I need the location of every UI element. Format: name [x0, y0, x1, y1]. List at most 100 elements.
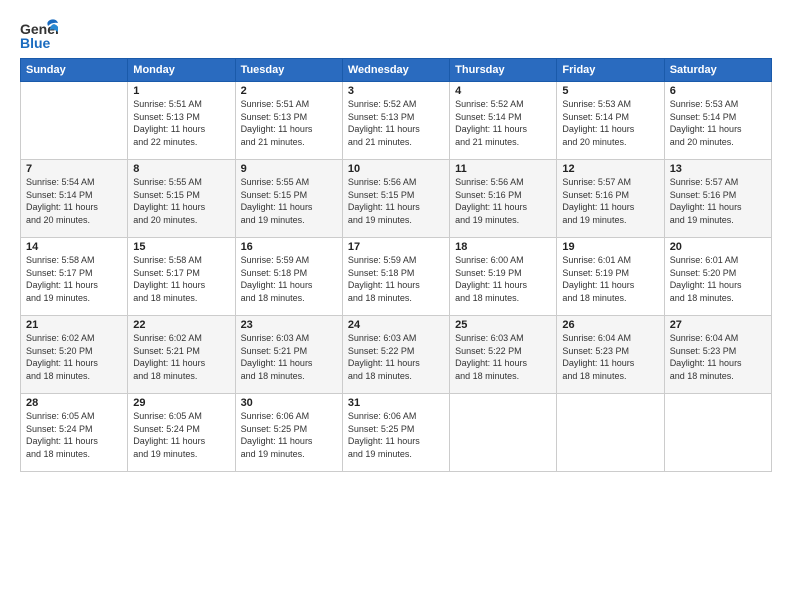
calendar-cell	[664, 394, 771, 472]
calendar-cell: 17Sunrise: 5:59 AMSunset: 5:18 PMDayligh…	[342, 238, 449, 316]
day-info: Sunrise: 6:04 AMSunset: 5:23 PMDaylight:…	[562, 332, 658, 382]
day-info: Sunrise: 5:58 AMSunset: 5:17 PMDaylight:…	[26, 254, 122, 304]
calendar-cell: 28Sunrise: 6:05 AMSunset: 5:24 PMDayligh…	[21, 394, 128, 472]
day-info: Sunrise: 6:01 AMSunset: 5:20 PMDaylight:…	[670, 254, 766, 304]
day-info: Sunrise: 5:51 AMSunset: 5:13 PMDaylight:…	[133, 98, 229, 148]
day-info: Sunrise: 5:52 AMSunset: 5:13 PMDaylight:…	[348, 98, 444, 148]
day-info: Sunrise: 6:05 AMSunset: 5:24 PMDaylight:…	[133, 410, 229, 460]
day-number: 5	[562, 85, 658, 97]
day-info: Sunrise: 5:52 AMSunset: 5:14 PMDaylight:…	[455, 98, 551, 148]
calendar-cell: 21Sunrise: 6:02 AMSunset: 5:20 PMDayligh…	[21, 316, 128, 394]
calendar-cell: 11Sunrise: 5:56 AMSunset: 5:16 PMDayligh…	[450, 160, 557, 238]
calendar-cell: 19Sunrise: 6:01 AMSunset: 5:19 PMDayligh…	[557, 238, 664, 316]
day-number: 23	[241, 319, 337, 331]
calendar-cell: 26Sunrise: 6:04 AMSunset: 5:23 PMDayligh…	[557, 316, 664, 394]
day-info: Sunrise: 5:56 AMSunset: 5:16 PMDaylight:…	[455, 176, 551, 226]
day-info: Sunrise: 5:55 AMSunset: 5:15 PMDaylight:…	[133, 176, 229, 226]
header-monday: Monday	[128, 59, 235, 82]
calendar-cell: 2Sunrise: 5:51 AMSunset: 5:13 PMDaylight…	[235, 82, 342, 160]
logo: General Blue	[20, 18, 58, 52]
calendar-cell: 6Sunrise: 5:53 AMSunset: 5:14 PMDaylight…	[664, 82, 771, 160]
day-info: Sunrise: 5:58 AMSunset: 5:17 PMDaylight:…	[133, 254, 229, 304]
day-number: 20	[670, 241, 766, 253]
day-number: 19	[562, 241, 658, 253]
day-info: Sunrise: 6:06 AMSunset: 5:25 PMDaylight:…	[348, 410, 444, 460]
calendar-cell: 18Sunrise: 6:00 AMSunset: 5:19 PMDayligh…	[450, 238, 557, 316]
day-info: Sunrise: 6:03 AMSunset: 5:21 PMDaylight:…	[241, 332, 337, 382]
day-number: 21	[26, 319, 122, 331]
day-info: Sunrise: 6:00 AMSunset: 5:19 PMDaylight:…	[455, 254, 551, 304]
calendar-cell: 8Sunrise: 5:55 AMSunset: 5:15 PMDaylight…	[128, 160, 235, 238]
day-info: Sunrise: 5:54 AMSunset: 5:14 PMDaylight:…	[26, 176, 122, 226]
day-info: Sunrise: 6:02 AMSunset: 5:21 PMDaylight:…	[133, 332, 229, 382]
day-number: 17	[348, 241, 444, 253]
day-info: Sunrise: 6:05 AMSunset: 5:24 PMDaylight:…	[26, 410, 122, 460]
svg-text:Blue: Blue	[20, 35, 51, 51]
calendar-cell: 23Sunrise: 6:03 AMSunset: 5:21 PMDayligh…	[235, 316, 342, 394]
calendar-cell: 24Sunrise: 6:03 AMSunset: 5:22 PMDayligh…	[342, 316, 449, 394]
calendar-cell: 29Sunrise: 6:05 AMSunset: 5:24 PMDayligh…	[128, 394, 235, 472]
day-info: Sunrise: 6:03 AMSunset: 5:22 PMDaylight:…	[455, 332, 551, 382]
calendar-cell: 22Sunrise: 6:02 AMSunset: 5:21 PMDayligh…	[128, 316, 235, 394]
day-info: Sunrise: 6:01 AMSunset: 5:19 PMDaylight:…	[562, 254, 658, 304]
calendar-cell: 31Sunrise: 6:06 AMSunset: 5:25 PMDayligh…	[342, 394, 449, 472]
calendar-cell: 4Sunrise: 5:52 AMSunset: 5:14 PMDaylight…	[450, 82, 557, 160]
calendar-cell: 20Sunrise: 6:01 AMSunset: 5:20 PMDayligh…	[664, 238, 771, 316]
calendar-table: SundayMondayTuesdayWednesdayThursdayFrid…	[20, 58, 772, 472]
day-number: 3	[348, 85, 444, 97]
calendar-cell	[557, 394, 664, 472]
day-info: Sunrise: 6:02 AMSunset: 5:20 PMDaylight:…	[26, 332, 122, 382]
day-info: Sunrise: 5:57 AMSunset: 5:16 PMDaylight:…	[562, 176, 658, 226]
day-info: Sunrise: 6:03 AMSunset: 5:22 PMDaylight:…	[348, 332, 444, 382]
day-number: 10	[348, 163, 444, 175]
day-number: 9	[241, 163, 337, 175]
header-sunday: Sunday	[21, 59, 128, 82]
week-row-4: 21Sunrise: 6:02 AMSunset: 5:20 PMDayligh…	[21, 316, 772, 394]
header-wednesday: Wednesday	[342, 59, 449, 82]
week-row-1: 1Sunrise: 5:51 AMSunset: 5:13 PMDaylight…	[21, 82, 772, 160]
calendar-cell	[21, 82, 128, 160]
day-number: 2	[241, 85, 337, 97]
header-friday: Friday	[557, 59, 664, 82]
week-row-2: 7Sunrise: 5:54 AMSunset: 5:14 PMDaylight…	[21, 160, 772, 238]
calendar-cell: 12Sunrise: 5:57 AMSunset: 5:16 PMDayligh…	[557, 160, 664, 238]
day-number: 26	[562, 319, 658, 331]
logo-icon: General Blue	[20, 18, 58, 52]
day-info: Sunrise: 5:51 AMSunset: 5:13 PMDaylight:…	[241, 98, 337, 148]
calendar-cell: 27Sunrise: 6:04 AMSunset: 5:23 PMDayligh…	[664, 316, 771, 394]
calendar-cell: 1Sunrise: 5:51 AMSunset: 5:13 PMDaylight…	[128, 82, 235, 160]
day-number: 15	[133, 241, 229, 253]
day-info: Sunrise: 5:53 AMSunset: 5:14 PMDaylight:…	[562, 98, 658, 148]
calendar-cell: 10Sunrise: 5:56 AMSunset: 5:15 PMDayligh…	[342, 160, 449, 238]
calendar-cell: 30Sunrise: 6:06 AMSunset: 5:25 PMDayligh…	[235, 394, 342, 472]
day-info: Sunrise: 6:04 AMSunset: 5:23 PMDaylight:…	[670, 332, 766, 382]
days-header-row: SundayMondayTuesdayWednesdayThursdayFrid…	[21, 59, 772, 82]
day-info: Sunrise: 5:59 AMSunset: 5:18 PMDaylight:…	[348, 254, 444, 304]
day-info: Sunrise: 5:56 AMSunset: 5:15 PMDaylight:…	[348, 176, 444, 226]
day-info: Sunrise: 5:55 AMSunset: 5:15 PMDaylight:…	[241, 176, 337, 226]
calendar-page: General Blue SundayMondayTuesdayWednesda…	[0, 0, 792, 612]
day-info: Sunrise: 5:59 AMSunset: 5:18 PMDaylight:…	[241, 254, 337, 304]
day-number: 18	[455, 241, 551, 253]
day-number: 11	[455, 163, 551, 175]
day-number: 25	[455, 319, 551, 331]
day-number: 27	[670, 319, 766, 331]
day-number: 14	[26, 241, 122, 253]
day-info: Sunrise: 5:57 AMSunset: 5:16 PMDaylight:…	[670, 176, 766, 226]
calendar-cell: 14Sunrise: 5:58 AMSunset: 5:17 PMDayligh…	[21, 238, 128, 316]
calendar-cell: 13Sunrise: 5:57 AMSunset: 5:16 PMDayligh…	[664, 160, 771, 238]
day-number: 31	[348, 397, 444, 409]
calendar-cell: 3Sunrise: 5:52 AMSunset: 5:13 PMDaylight…	[342, 82, 449, 160]
header-saturday: Saturday	[664, 59, 771, 82]
day-info: Sunrise: 6:06 AMSunset: 5:25 PMDaylight:…	[241, 410, 337, 460]
week-row-3: 14Sunrise: 5:58 AMSunset: 5:17 PMDayligh…	[21, 238, 772, 316]
week-row-5: 28Sunrise: 6:05 AMSunset: 5:24 PMDayligh…	[21, 394, 772, 472]
day-number: 7	[26, 163, 122, 175]
calendar-cell: 15Sunrise: 5:58 AMSunset: 5:17 PMDayligh…	[128, 238, 235, 316]
day-info: Sunrise: 5:53 AMSunset: 5:14 PMDaylight:…	[670, 98, 766, 148]
calendar-cell: 9Sunrise: 5:55 AMSunset: 5:15 PMDaylight…	[235, 160, 342, 238]
day-number: 30	[241, 397, 337, 409]
day-number: 8	[133, 163, 229, 175]
day-number: 1	[133, 85, 229, 97]
day-number: 16	[241, 241, 337, 253]
